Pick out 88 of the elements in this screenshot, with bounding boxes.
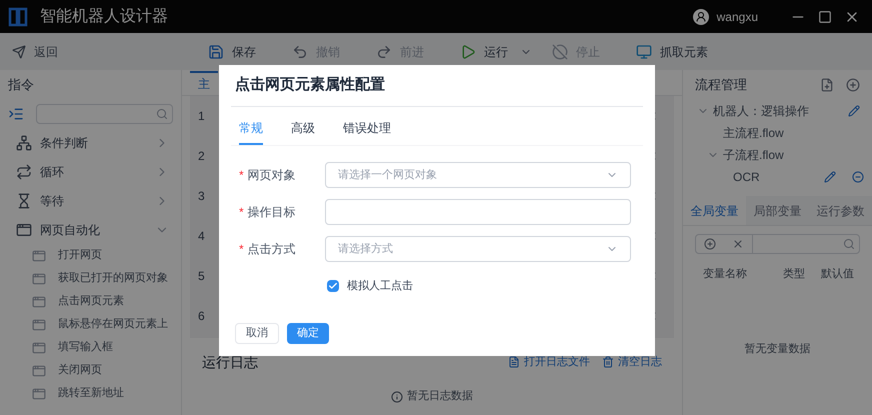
dialog-title: 点击网页元素属性配置: [231, 65, 643, 107]
sidebar-subitem[interactable]: 打开网页: [0, 244, 181, 267]
undo-icon: [292, 44, 308, 60]
flowchart-icon: [16, 134, 32, 150]
clear-icon[interactable]: [732, 238, 744, 250]
play-icon: [460, 44, 476, 60]
line-number: 3: [198, 188, 206, 205]
dialog-tab[interactable]: 错误处理: [343, 119, 391, 145]
redo-icon: [376, 44, 392, 60]
add-icon[interactable]: [846, 78, 860, 92]
sidebar-subitem[interactable]: 鼠标悬停在网页元素上: [0, 313, 181, 336]
variable-tab[interactable]: 局部变量: [746, 196, 809, 225]
new-file-icon[interactable]: [820, 78, 834, 92]
variable-tab[interactable]: 运行参数: [809, 196, 872, 225]
maximize-icon[interactable]: [818, 10, 832, 24]
column-header: 变量名称: [703, 266, 747, 282]
empty-message: 暂无变量数据: [744, 342, 810, 356]
column-header: 默认值: [821, 267, 854, 282]
stop-icon: [552, 44, 568, 60]
add-icon[interactable]: [704, 238, 716, 250]
sidebar-item[interactable]: 循环: [0, 157, 181, 186]
window-icon: [32, 364, 46, 378]
cancel-button[interactable]: 取消: [235, 323, 279, 344]
window-icon: [32, 248, 46, 262]
app-title: 智能机器人设计器: [40, 6, 168, 26]
line-number: 2: [198, 148, 206, 165]
line-number: 6: [198, 308, 206, 325]
toolbar-button[interactable]: 运行: [452, 42, 516, 60]
field-label: * 网页对象: [239, 167, 297, 184]
dialog-tab[interactable]: 高级: [291, 119, 315, 145]
edit-icon[interactable]: [848, 105, 860, 117]
user-name[interactable]: wangxu: [716, 8, 758, 26]
window-icon: [32, 386, 46, 400]
select-field[interactable]: 请选择一个网页对象: [325, 162, 631, 188]
sidebar-item[interactable]: 等待: [0, 186, 181, 215]
remove-icon[interactable]: [852, 171, 864, 183]
search-field[interactable]: [36, 104, 173, 124]
window-icon: [16, 222, 32, 238]
save-icon: [208, 44, 224, 60]
window-icon: [32, 272, 46, 286]
sidebar-subitem[interactable]: 关闭网页: [0, 359, 181, 382]
panel-title: 流程管理: [695, 76, 748, 94]
trash-icon: [602, 356, 614, 368]
hourglass-icon: [16, 192, 32, 208]
monitor-icon: [636, 44, 652, 60]
edit-icon[interactable]: [824, 171, 836, 183]
log-link[interactable]: 清空日志: [602, 354, 662, 370]
log-title: 运行日志: [202, 352, 259, 372]
loop-icon: [16, 164, 32, 180]
confirm-button[interactable]: 确定: [287, 323, 329, 344]
log-link[interactable]: 打开日志文件: [508, 354, 590, 370]
toolbar-button[interactable]: 抓取元素: [628, 42, 716, 60]
field-label: * 点击方式: [239, 241, 297, 258]
input-field[interactable]: [325, 199, 631, 225]
sidebar-subitem[interactable]: 点击网页元素: [0, 290, 181, 313]
dialog-tab[interactable]: 常规: [239, 119, 263, 145]
sidebar-subitem[interactable]: 填写输入框: [0, 336, 181, 359]
empty-message: 暂无日志数据: [407, 388, 473, 404]
sidebar-title: 指令: [7, 76, 35, 94]
info-icon: [391, 390, 403, 402]
toolbar-button[interactable]: 保存: [200, 42, 264, 60]
tree-item[interactable]: 机器人：逻辑操作: [713, 102, 848, 120]
tree-item[interactable]: OCR: [733, 168, 824, 186]
checkbox[interactable]: [327, 280, 339, 292]
window-icon: [32, 340, 46, 354]
tree-item[interactable]: 主流程.flow: [723, 124, 872, 142]
collapse-icon[interactable]: [8, 106, 24, 122]
sidebar-subitem[interactable]: 跳转至新地址: [0, 382, 181, 405]
checkbox-row[interactable]: 模拟人工点击: [327, 278, 643, 294]
line-number: 1: [198, 108, 206, 125]
paper-plane-icon: [12, 44, 26, 58]
search-icon: [156, 108, 168, 120]
variable-tab[interactable]: 全局变量: [683, 196, 746, 225]
avatar-icon: [692, 8, 709, 24]
tree-item[interactable]: 子流程.flow: [723, 146, 872, 164]
select-field[interactable]: 请选择方式: [325, 236, 631, 262]
window-icon: [32, 294, 46, 308]
column-header: 类型: [783, 267, 805, 282]
sidebar-subitem[interactable]: 获取已打开的网页对象: [0, 267, 181, 290]
sidebar-item[interactable]: 网页自动化: [0, 215, 181, 244]
back-button[interactable]: 返回: [0, 42, 200, 60]
file-icon: [508, 356, 520, 368]
field-label: * 操作目标: [239, 204, 297, 221]
line-number: 4: [198, 228, 206, 245]
sidebar-item[interactable]: 条件判断: [0, 128, 181, 157]
window-icon: [32, 318, 46, 332]
logo-icon: [8, 6, 28, 26]
search-icon: [843, 238, 855, 250]
